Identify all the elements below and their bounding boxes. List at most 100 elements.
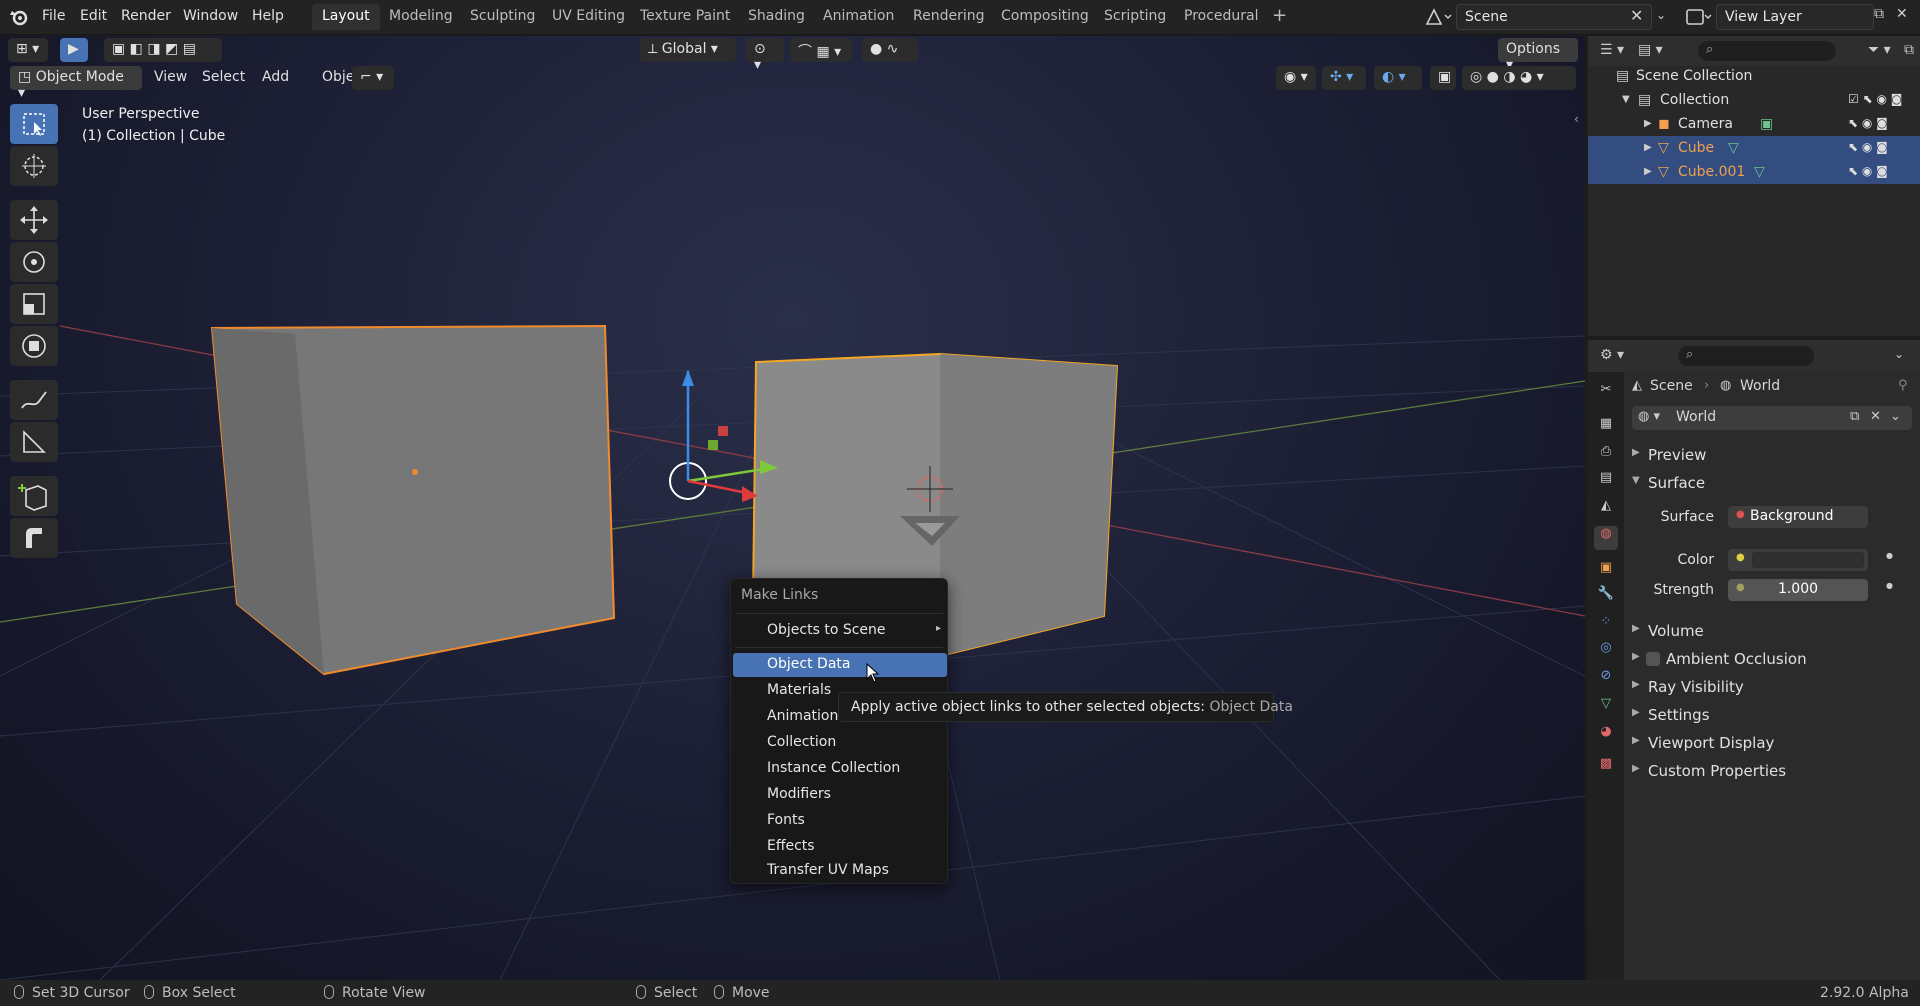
tab-sculpting[interactable]: Sculpting	[460, 4, 545, 30]
orientation-dropdown[interactable]: ⟂ Global ▾	[640, 38, 736, 62]
object-tab-icon[interactable]: ▣	[1594, 560, 1618, 584]
menu-item-instance-collection[interactable]: Instance Collection	[733, 757, 947, 781]
menu-item-collection[interactable]: Collection	[733, 731, 947, 755]
add-cube-tool[interactable]	[10, 476, 58, 516]
outliner-row-cube-001[interactable]: ▶ ▽ Cube.001 ▽ ⬉ ◉ ◙	[1588, 160, 1920, 184]
scale-tool[interactable]	[10, 284, 58, 324]
rotate-tool[interactable]	[10, 242, 58, 282]
keyframe-dot-icon[interactable]: ●	[1886, 581, 1893, 590]
texture-tab-icon[interactable]: ▩	[1594, 756, 1618, 780]
xray-toggle[interactable]: ▣	[1430, 66, 1456, 90]
3d-viewport[interactable]: ⊞ ▾ ▶ ▣ ◧ ◨ ◩ ▤ ⟂ Global ▾ ⊙ ▾ ⌒ ▦ ▾ ● ∿…	[0, 36, 1585, 980]
menu-select[interactable]: Select	[194, 66, 253, 90]
blender-logo-icon[interactable]	[8, 6, 30, 28]
editor-type-icon[interactable]: ☰ ▾	[1600, 42, 1624, 58]
measure-tool[interactable]	[10, 422, 58, 462]
menu-item-objects-to-scene[interactable]: Objects to Scene ▸	[733, 619, 947, 643]
scene-tab-icon[interactable]: ◭	[1594, 498, 1618, 522]
menu-add[interactable]: Add	[254, 66, 297, 90]
tab-layout[interactable]: Layout	[312, 4, 380, 30]
cursor-tool[interactable]	[10, 146, 58, 186]
duplicate-layer-icon[interactable]: ⧉	[1874, 6, 1884, 22]
physics-tab-icon[interactable]: ◎	[1594, 640, 1618, 664]
gizmo-toggle[interactable]: ✣ ▾	[1322, 66, 1366, 90]
mode-dropdown[interactable]: ◳ Object Mode ▾	[10, 66, 142, 101]
panel-volume[interactable]: ▶ Volume	[1624, 618, 1920, 644]
tab-procedural[interactable]: Procedural	[1174, 4, 1269, 30]
panel-preview[interactable]: ▶ Preview	[1624, 442, 1920, 468]
sidebar-toggle-icon[interactable]: ‹	[1574, 112, 1579, 126]
move-tool[interactable]	[10, 200, 58, 240]
proportional-edit[interactable]: ● ∿	[862, 38, 918, 62]
row-toggles[interactable]: ☑ ⬉ ◉ ◙	[1848, 92, 1912, 108]
menu-help[interactable]: Help	[246, 6, 290, 26]
new-collection-icon[interactable]: ⧉	[1904, 42, 1914, 58]
menu-edit[interactable]: Edit	[74, 6, 113, 26]
particles-tab-icon[interactable]: ⁘	[1594, 614, 1618, 638]
menu-window[interactable]: Window	[177, 6, 244, 26]
expand-arrow-icon[interactable]: ▶	[1644, 142, 1652, 153]
outliner-row-camera[interactable]: ▶ ◼ Camera ▣ ⬉ ◉ ◙	[1588, 112, 1920, 136]
menu-item-modifiers[interactable]: Modifiers	[733, 783, 947, 807]
surface-shader-field[interactable]: ● Background	[1728, 506, 1868, 528]
scene-icon[interactable]	[1424, 6, 1454, 28]
scene-selector[interactable]: Scene	[1456, 4, 1652, 30]
outliner-search-input[interactable]: ⌕	[1698, 41, 1836, 61]
tab-texture-paint[interactable]: Texture Paint	[630, 4, 740, 30]
row-toggles[interactable]: ⬉ ◉ ◙	[1848, 164, 1912, 180]
data-tab-icon[interactable]: ▽	[1594, 696, 1618, 720]
outliner-row-collection[interactable]: ▼ ▤ Collection ☑ ⬉ ◉ ◙	[1588, 88, 1920, 112]
color-swatch[interactable]	[1752, 552, 1864, 568]
unlink-icon[interactable]: ✕	[1870, 409, 1881, 424]
outliner-row-scene-collection[interactable]: ▤ Scene Collection	[1588, 64, 1920, 88]
strength-field[interactable]: ● 1.000	[1728, 579, 1868, 601]
panel-surface[interactable]: ▼ Surface	[1624, 470, 1920, 496]
chevron-down-icon[interactable]: ⌄	[1890, 409, 1901, 424]
expand-arrow-icon[interactable]: ▶	[1644, 118, 1652, 129]
pin-icon[interactable]: ⚲	[1898, 378, 1908, 393]
select-box-tool[interactable]	[10, 104, 58, 144]
world-datablock-field[interactable]: ◍ ▾ World ⧉ ✕ ⌄	[1632, 406, 1912, 430]
menu-item-fonts[interactable]: Fonts	[733, 809, 947, 833]
tab-scripting[interactable]: Scripting	[1094, 4, 1176, 30]
tab-modeling[interactable]: Modeling	[379, 4, 463, 30]
chevron-down-icon[interactable]: ⌄	[1894, 347, 1904, 361]
close-icon[interactable]: ✕	[1630, 6, 1643, 25]
tab-rendering[interactable]: Rendering	[903, 4, 995, 30]
keyframe-dot-icon[interactable]: ●	[1886, 551, 1893, 560]
add-workspace-button[interactable]: +	[1266, 4, 1293, 30]
view-layer-selector[interactable]: View Layer	[1716, 4, 1874, 30]
modifier-tab-icon[interactable]: 🔧	[1594, 586, 1618, 610]
view-layer-tab-icon[interactable]: ▤	[1594, 470, 1618, 494]
editor-type-icon[interactable]: ⚙ ▾	[1600, 347, 1624, 363]
duplicate-icon[interactable]: ⧉	[1850, 409, 1859, 424]
filter-icon[interactable]: ⏷ ▾	[1868, 42, 1891, 58]
shading-modes[interactable]: ◎ ● ◑ ◕ ▾	[1462, 66, 1576, 90]
display-mode-icon[interactable]: ▤ ▾	[1638, 42, 1663, 58]
overlay-toggle[interactable]: ◐ ▾	[1374, 66, 1422, 90]
pivot-dropdown[interactable]: ⊙ ▾	[746, 38, 784, 73]
menu-item-object-data[interactable]: Object Data	[733, 653, 947, 677]
view-layer-icon[interactable]	[1684, 6, 1714, 28]
menu-view[interactable]: View	[146, 66, 195, 90]
transform-tool[interactable]	[10, 326, 58, 366]
expand-arrow-icon[interactable]: ▶	[1644, 166, 1652, 177]
expand-arrow-icon[interactable]: ▼	[1622, 94, 1630, 105]
menu-render[interactable]: Render	[115, 6, 177, 26]
panel-settings[interactable]: ▶ Settings	[1624, 702, 1920, 728]
render-tab-icon[interactable]: ▦	[1594, 416, 1618, 440]
panel-custom-properties[interactable]: ▶ Custom Properties	[1624, 758, 1920, 784]
menu-item-effects[interactable]: Effects	[733, 835, 947, 859]
editor-type-button[interactable]: ⊞ ▾	[8, 38, 48, 62]
output-tab-icon[interactable]: ⎙	[1594, 444, 1618, 468]
tool-tab-icon[interactable]: ✂	[1594, 382, 1618, 406]
row-toggles[interactable]: ⬉ ◉ ◙	[1848, 116, 1912, 132]
extrude-tool[interactable]	[10, 518, 58, 558]
color-field[interactable]: ●	[1728, 549, 1868, 571]
snap-toggle[interactable]: ⌒ ▦ ▾	[790, 38, 852, 62]
ambient-occlusion-checkbox[interactable]	[1646, 652, 1660, 666]
constraints-tab-icon[interactable]: ⊘	[1594, 668, 1618, 692]
world-tab-icon[interactable]: ◍	[1594, 526, 1618, 550]
menu-file[interactable]: File	[36, 6, 71, 26]
tab-animation[interactable]: Animation	[813, 4, 904, 30]
